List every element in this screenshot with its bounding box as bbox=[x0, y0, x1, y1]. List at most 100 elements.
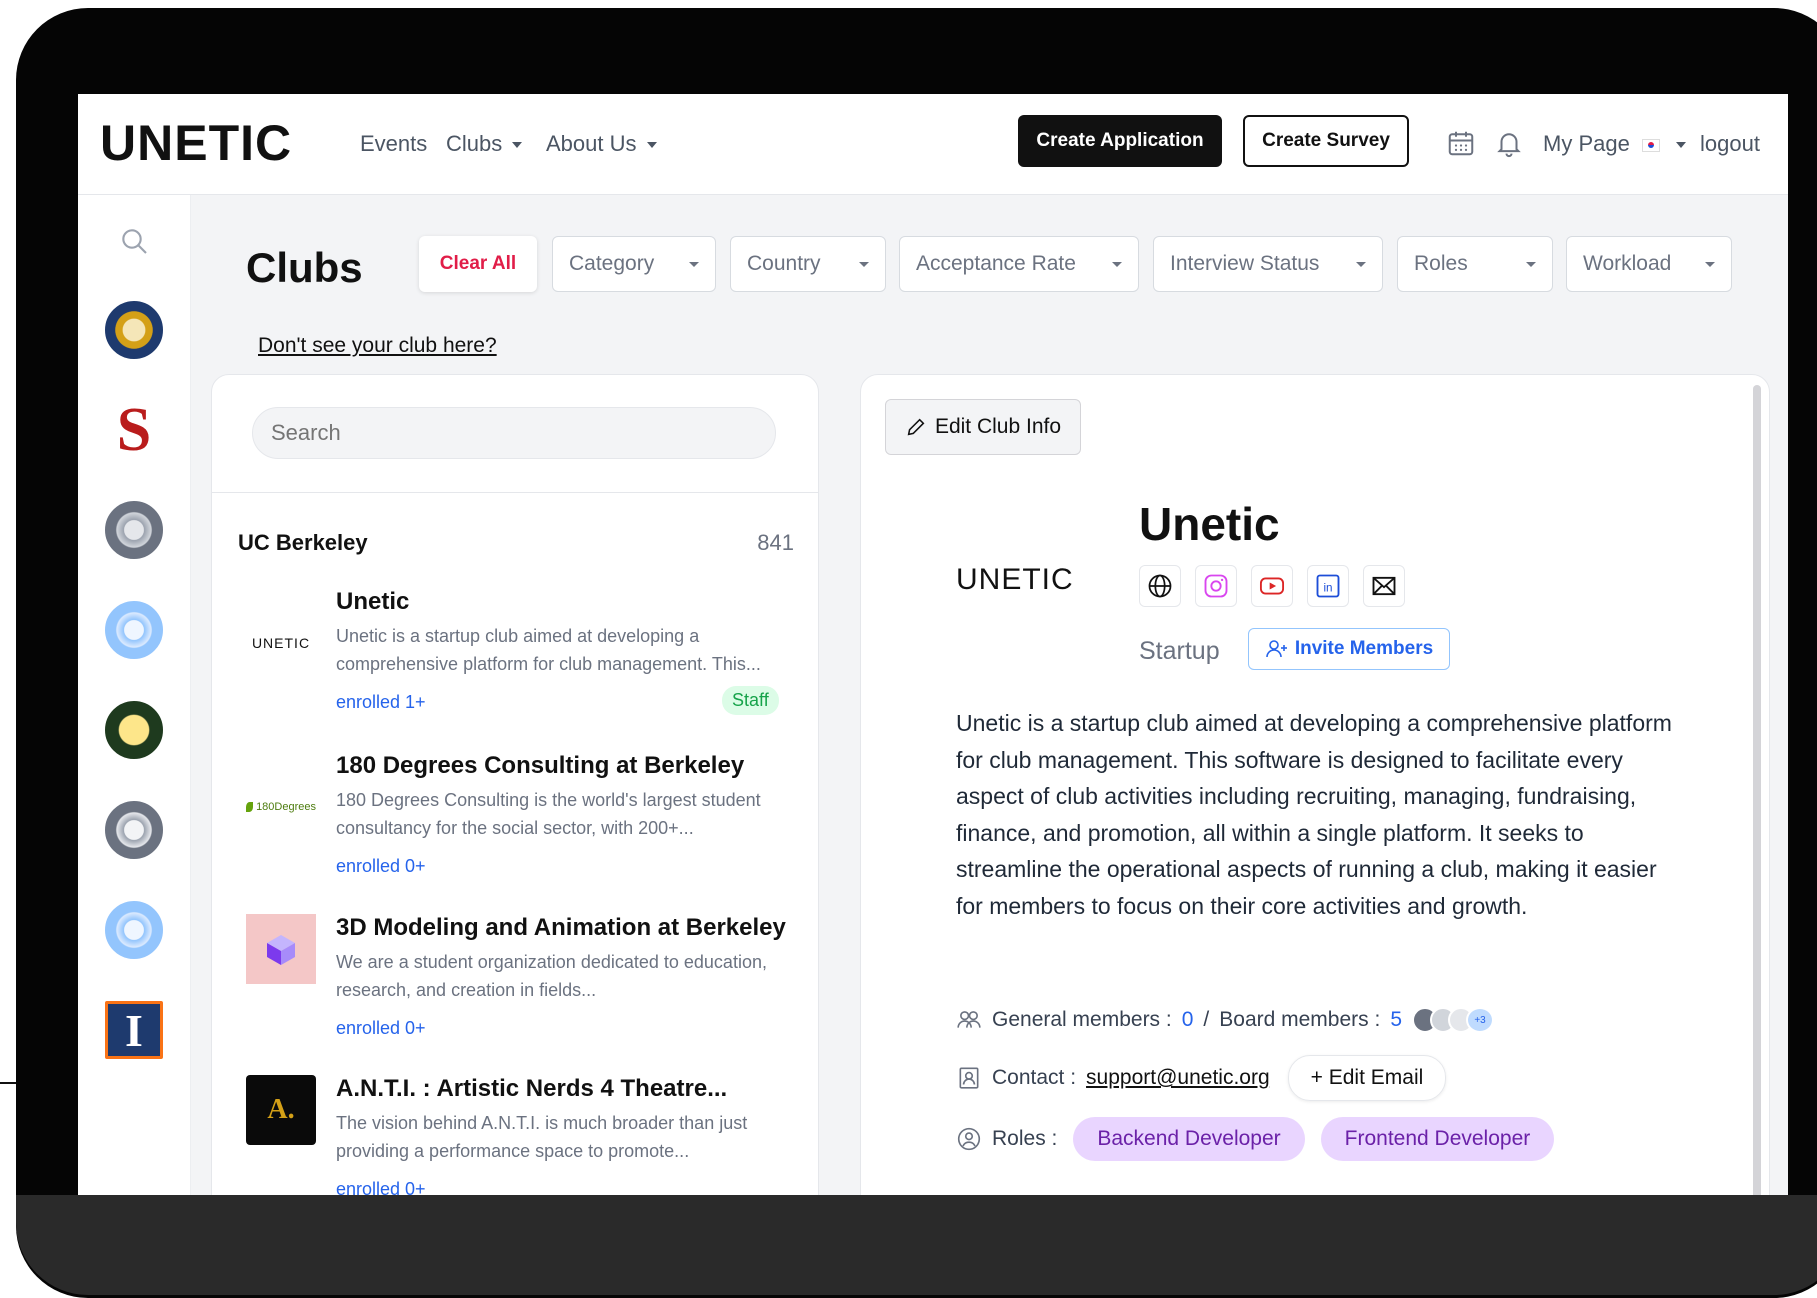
mail-icon bbox=[1372, 576, 1396, 596]
list-item[interactable]: UNETIC Unetic Unetic is a startup club a… bbox=[212, 588, 818, 748]
club-detail-panel: Edit Club Info UNETIC Unetic in Startup … bbox=[860, 374, 1770, 1195]
club-thumb-text: 180Degrees bbox=[256, 801, 316, 813]
roles-row: Roles : Backend Developer Frontend Devel… bbox=[956, 1117, 1555, 1161]
role-tag[interactable]: Backend Developer bbox=[1073, 1117, 1305, 1161]
board-members-count[interactable]: 5 bbox=[1390, 1008, 1402, 1032]
board-members-label: Board members : bbox=[1219, 1008, 1381, 1031]
invite-members-button[interactable]: Invite Members bbox=[1248, 628, 1450, 670]
top-navbar: UNETIC Events Clubs About Us Create Appl… bbox=[78, 94, 1788, 195]
chevron-down-icon bbox=[1356, 261, 1366, 267]
page-title: Clubs bbox=[246, 244, 363, 291]
club-description: 180 Degrees Consulting is the world's la… bbox=[336, 790, 761, 838]
school-seal-icon[interactable] bbox=[105, 801, 163, 859]
school-seal-icon[interactable] bbox=[105, 301, 163, 359]
globe-icon bbox=[1148, 574, 1172, 598]
club-thumb: 180Degrees bbox=[246, 772, 316, 842]
club-list-panel: UC Berkeley 841 UNETIC Unetic Unetic is … bbox=[211, 374, 819, 1195]
club-category: Startup bbox=[1139, 637, 1220, 665]
list-item[interactable]: 180Degrees 180 Degrees Consulting at Ber… bbox=[212, 752, 818, 912]
school-seal-icon[interactable] bbox=[105, 701, 163, 759]
users-icon bbox=[957, 1011, 981, 1028]
bell-icon[interactable] bbox=[1494, 128, 1524, 158]
general-members-count[interactable]: 0 bbox=[1182, 1008, 1194, 1032]
contact-icon bbox=[959, 1067, 979, 1089]
email-link[interactable] bbox=[1363, 565, 1405, 607]
linkedin-link[interactable]: in bbox=[1307, 565, 1349, 607]
my-page-menu[interactable]: My Page bbox=[1543, 130, 1687, 158]
board-avatars[interactable]: +3 bbox=[1412, 1007, 1495, 1033]
filter-label: Acceptance Rate bbox=[916, 252, 1076, 275]
chevron-down-icon bbox=[1112, 261, 1122, 267]
leaf-icon bbox=[246, 802, 254, 812]
dont-see-club-link[interactable]: Don't see your club here? bbox=[258, 334, 497, 358]
chevron-down-icon bbox=[859, 261, 869, 267]
laptop-base bbox=[16, 1195, 1817, 1295]
club-search-input[interactable] bbox=[252, 407, 776, 459]
school-header: UC Berkeley 841 bbox=[238, 530, 794, 556]
youtube-link[interactable] bbox=[1251, 565, 1293, 607]
my-page-label: My Page bbox=[1543, 131, 1630, 156]
svg-text:in: in bbox=[1323, 581, 1332, 594]
search-icon[interactable] bbox=[118, 225, 150, 257]
club-name: 180 Degrees Consulting at Berkeley bbox=[336, 752, 745, 779]
avatar-more: +3 bbox=[1466, 1007, 1495, 1033]
contact-label: Contact : bbox=[992, 1066, 1077, 1089]
club-description: Unetic is a startup club aimed at develo… bbox=[956, 710, 1672, 919]
school-name: UC Berkeley bbox=[238, 530, 368, 555]
school-seal-icon[interactable] bbox=[105, 901, 163, 959]
stanford-logo-icon[interactable]: S bbox=[105, 396, 163, 464]
filter-acceptance-rate[interactable]: Acceptance Rate bbox=[899, 236, 1139, 292]
list-item[interactable]: 3D Modeling and Animation at Berkeley We… bbox=[212, 914, 818, 1074]
filter-category[interactable]: Category bbox=[552, 236, 716, 292]
clear-all-button[interactable]: Clear All bbox=[419, 236, 537, 292]
create-application-button[interactable]: Create Application bbox=[1018, 115, 1222, 167]
chevron-down-icon bbox=[1676, 142, 1687, 149]
chevron-down-icon bbox=[1526, 261, 1536, 267]
linkedin-icon: in bbox=[1316, 574, 1340, 598]
calendar-icon[interactable] bbox=[1446, 128, 1476, 158]
filter-label: Workload bbox=[1583, 252, 1672, 275]
filter-label: Interview Status bbox=[1170, 252, 1320, 275]
filter-country[interactable]: Country bbox=[730, 236, 886, 292]
filter-interview-status[interactable]: Interview Status bbox=[1153, 236, 1383, 292]
club-name: A.N.T.I. : Artistic Nerds 4 Theatre... bbox=[336, 1075, 728, 1102]
illinois-logo-icon[interactable]: I bbox=[105, 1001, 163, 1059]
contact-email-link[interactable]: support@unetic.org bbox=[1086, 1066, 1270, 1090]
chevron-down-icon bbox=[689, 261, 699, 267]
filter-workload[interactable]: Workload bbox=[1566, 236, 1732, 292]
filter-roles[interactable]: Roles bbox=[1397, 236, 1553, 292]
detail-scrollbar[interactable] bbox=[1753, 385, 1761, 1195]
pencil-icon bbox=[907, 418, 925, 436]
website-link[interactable] bbox=[1139, 565, 1181, 607]
club-title: Unetic bbox=[1139, 498, 1280, 550]
separator: / bbox=[1203, 1008, 1210, 1031]
enrolled-count: enrolled 0+ bbox=[336, 1018, 426, 1038]
nav-clubs[interactable]: Clubs bbox=[446, 130, 523, 158]
filter-label: Category bbox=[569, 252, 655, 275]
list-item[interactable]: A. A.N.T.I. : Artistic Nerds 4 Theatre..… bbox=[212, 1075, 818, 1195]
create-survey-button[interactable]: Create Survey bbox=[1243, 115, 1409, 167]
edit-club-info-label: Edit Club Info bbox=[934, 415, 1062, 438]
flag-icon bbox=[1641, 138, 1660, 152]
school-seal-icon[interactable] bbox=[105, 601, 163, 659]
enrolled-count: enrolled 1+ bbox=[336, 692, 426, 712]
nav-about[interactable]: About Us bbox=[546, 130, 657, 158]
logout-link[interactable]: logout bbox=[1700, 130, 1760, 158]
brand-logo[interactable]: UNETIC bbox=[100, 110, 292, 176]
roles-label: Roles : bbox=[992, 1127, 1058, 1150]
club-description: Unetic is a startup club aimed at develo… bbox=[336, 626, 761, 674]
members-row: General members : 0 / Board members : 5 … bbox=[956, 1007, 1495, 1033]
role-tag[interactable]: Frontend Developer bbox=[1320, 1117, 1555, 1161]
instagram-link[interactable] bbox=[1195, 565, 1237, 607]
app-screen: UNETIC Events Clubs About Us Create Appl… bbox=[78, 94, 1788, 1195]
user-circle-icon bbox=[957, 1127, 981, 1151]
club-thumb: UNETIC bbox=[251, 635, 311, 651]
school-seal-icon[interactable] bbox=[105, 501, 163, 559]
invite-members-label: Invite Members bbox=[1294, 638, 1434, 659]
staff-badge: Staff bbox=[722, 686, 779, 715]
cube-icon bbox=[246, 914, 316, 984]
nav-events[interactable]: Events bbox=[360, 130, 427, 158]
nav-about-label: About Us bbox=[546, 131, 637, 156]
edit-email-button[interactable]: + Edit Email bbox=[1287, 1055, 1447, 1101]
edit-club-info-button[interactable]: Edit Club Info bbox=[885, 399, 1081, 455]
